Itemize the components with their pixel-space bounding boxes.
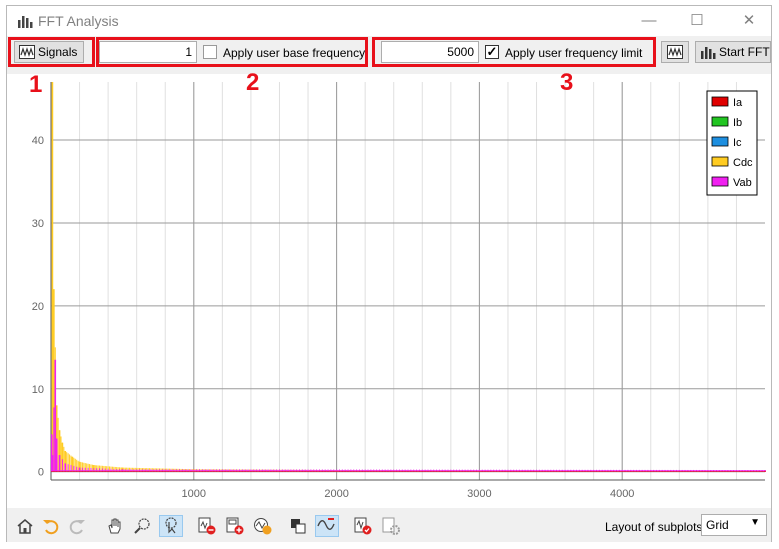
chevron-down-icon: ▼: [750, 517, 760, 528]
zoom-region-icon[interactable]: [133, 517, 153, 535]
annotation-box-2: [96, 37, 368, 67]
fft-analysis-window: FFT Analysis — ☐ ✕ Signals 1 Apply user …: [6, 5, 772, 542]
cursor-overlay-icon[interactable]: [289, 517, 309, 535]
legend-label-vab: Vab: [733, 177, 752, 189]
plot-navigation-toolbar: Layout of subplots Grid ▼: [7, 509, 771, 542]
layout-subplots-label: Layout of subplots: [605, 520, 703, 534]
legend-label-ib: Ib: [733, 117, 742, 129]
pan-hand-icon[interactable]: [105, 517, 125, 535]
annotation-label-1: 1: [29, 71, 43, 98]
delete-plot-icon[interactable]: [353, 517, 373, 535]
layout-subplots-value: Grid: [706, 518, 729, 532]
redo-icon[interactable]: [67, 517, 87, 535]
x-tick-label: 2000: [324, 488, 348, 500]
y-tick-label: 30: [32, 218, 44, 230]
zoom-cursor-icon: [165, 517, 177, 534]
bar-chart-icon: [701, 47, 716, 59]
legend-swatch-ia: [711, 96, 729, 107]
start-fft-label: Start FFT: [719, 45, 770, 59]
legend-swatch-ib: [711, 116, 729, 127]
x-tick-label: 1000: [182, 488, 206, 500]
bar-chart-icon: [18, 16, 33, 28]
signal-settings-icon[interactable]: [253, 517, 273, 535]
x-tick-label: 4000: [610, 488, 634, 500]
y-tick-label: 10: [32, 384, 44, 396]
window-title: FFT Analysis: [38, 13, 119, 29]
plot-settings-icon[interactable]: [381, 517, 401, 535]
signal-wave-icon: [667, 45, 683, 59]
signal-view-button[interactable]: [661, 41, 689, 63]
layout-subplots-select[interactable]: Grid ▼: [701, 514, 767, 536]
legend-swatch-ic: [711, 136, 729, 147]
legend-swatch-cdc: [711, 156, 729, 167]
remove-signal-icon[interactable]: [197, 517, 217, 535]
zoom-active-button[interactable]: [159, 515, 183, 537]
y-tick-label: 20: [32, 301, 44, 313]
maximize-button[interactable]: ☐: [679, 10, 715, 32]
undo-icon[interactable]: [41, 517, 61, 535]
annotation-label-2: 2: [246, 69, 260, 96]
add-subplot-icon[interactable]: [225, 517, 245, 535]
close-button[interactable]: ✕: [731, 10, 767, 32]
fft-plot-area[interactable]: 1000 2000 3000 4000 0 10 20 30 40 Ia Ib Ic Cdc Vab: [7, 74, 771, 508]
y-tick-label: 0: [38, 467, 44, 479]
legend-label-ia: Ia: [733, 97, 743, 109]
wave-tool-active-button[interactable]: [315, 515, 339, 537]
y-tick-label: 40: [32, 135, 44, 147]
sine-wave-icon: [317, 518, 335, 530]
legend-swatch-vab: [711, 176, 729, 187]
annotation-box-1: [8, 37, 95, 67]
legend-label-cdc: Cdc: [733, 157, 753, 169]
minimize-button[interactable]: —: [631, 10, 667, 32]
legend-label-ic: Ic: [733, 137, 742, 149]
home-icon[interactable]: [15, 517, 35, 535]
x-tick-label: 3000: [467, 488, 491, 500]
annotation-label-3: 3: [560, 69, 574, 96]
title-bar: FFT Analysis — ☐ ✕: [7, 6, 771, 36]
start-fft-button[interactable]: Start FFT: [695, 41, 771, 63]
annotation-box-3: [372, 37, 656, 67]
fft-chart: 1000 2000 3000 4000 0 10 20 30 40 Ia Ib Ic Cdc Vab: [32, 82, 766, 500]
